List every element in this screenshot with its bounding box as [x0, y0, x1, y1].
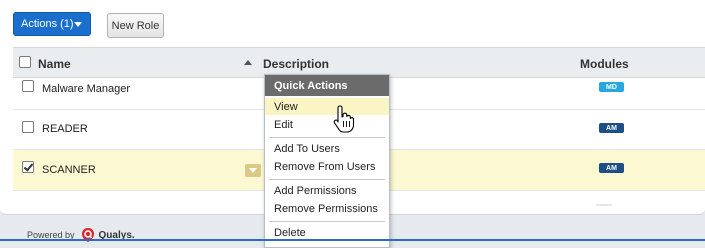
- menu-item-edit[interactable]: Edit: [265, 116, 389, 133]
- sort-ascending-icon[interactable]: [244, 60, 252, 65]
- new-role-button[interactable]: New Role: [107, 13, 164, 38]
- scroll-indicator: [596, 204, 612, 206]
- menu-title: Quick Actions: [265, 75, 389, 96]
- column-header-description[interactable]: Description: [263, 57, 329, 71]
- menu-item-view[interactable]: View: [265, 98, 389, 115]
- actions-button-label: Actions (1): [21, 18, 74, 30]
- row-checkbox-checked[interactable]: [22, 161, 34, 173]
- role-name: SCANNER: [42, 164, 96, 176]
- role-name: Malware Manager: [42, 83, 131, 95]
- menu-divider: [269, 221, 385, 222]
- module-badge: MD: [599, 82, 624, 92]
- column-header-name[interactable]: Name: [38, 57, 71, 71]
- bottom-accent-bar: [0, 239, 705, 241]
- menu-divider: [269, 179, 385, 180]
- select-all-checkbox[interactable]: [19, 56, 31, 68]
- module-badge: AM: [599, 123, 624, 133]
- new-role-label: New Role: [111, 19, 160, 32]
- column-header-modules[interactable]: Modules: [580, 57, 629, 71]
- module-badge: AM: [599, 163, 624, 173]
- menu-item-add-to-users[interactable]: Add To Users: [265, 140, 389, 157]
- quick-actions-menu: Quick Actions View Edit Add To Users Rem…: [264, 74, 390, 248]
- row-actions-caret-icon[interactable]: [245, 164, 261, 177]
- actions-dropdown-button[interactable]: Actions (1): [13, 12, 91, 36]
- hand-pointer-icon: [333, 105, 355, 133]
- menu-item-remove-from-users[interactable]: Remove From Users: [265, 158, 389, 175]
- row-checkbox[interactable]: [22, 121, 34, 133]
- role-name: READER: [42, 123, 88, 135]
- menu-item-add-permissions[interactable]: Add Permissions: [265, 182, 389, 199]
- menu-item-remove-permissions[interactable]: Remove Permissions: [265, 200, 389, 217]
- menu-divider: [269, 137, 385, 138]
- row-checkbox[interactable]: [22, 80, 34, 92]
- chevron-down-icon: [74, 22, 82, 27]
